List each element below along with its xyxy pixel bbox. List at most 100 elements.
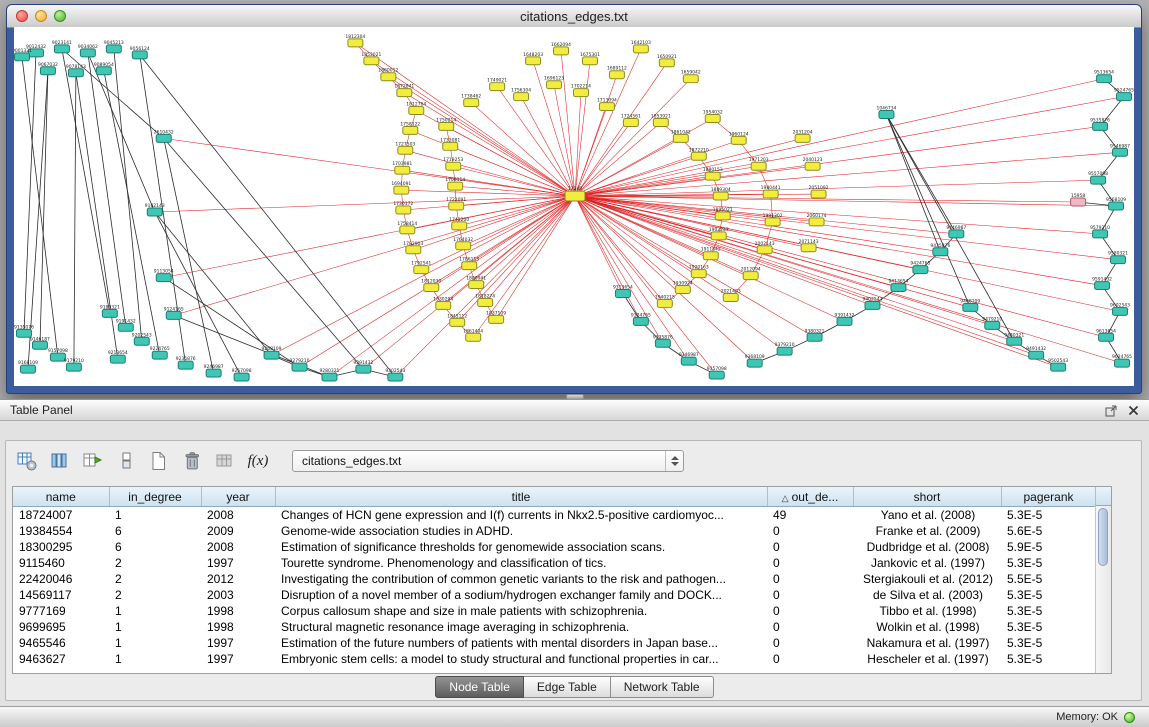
graph-node[interactable] [400, 226, 415, 234]
graph-node[interactable] [464, 99, 479, 107]
column-header-out_degree[interactable]: △out_de... [767, 487, 853, 507]
graph-edge-red[interactable] [355, 43, 575, 196]
graph-node[interactable] [653, 118, 668, 126]
float-panel-icon[interactable] [1105, 404, 1118, 417]
graph-edge-black[interactable] [886, 115, 970, 308]
graph-edge-red[interactable] [413, 196, 575, 250]
graph-edge-red[interactable] [155, 196, 575, 212]
graph-node[interactable] [14, 53, 29, 61]
table-vertical-scrollbar[interactable] [1095, 506, 1111, 673]
graph-node[interactable] [673, 134, 688, 142]
show-columns-icon[interactable] [47, 448, 73, 474]
graph-node[interactable] [152, 351, 167, 359]
graph-node[interactable] [865, 301, 880, 309]
graph-node[interactable] [703, 252, 718, 260]
tab-network-table[interactable]: Network Table [611, 676, 714, 698]
graph-node[interactable] [705, 172, 720, 180]
graph-node[interactable] [554, 47, 569, 55]
graph-node[interactable] [446, 162, 461, 170]
graph-node[interactable] [811, 190, 826, 198]
minimize-window-button[interactable] [35, 10, 47, 22]
graph-node[interactable] [765, 218, 780, 226]
new-column-icon[interactable] [146, 448, 172, 474]
graph-node[interactable] [206, 369, 221, 377]
graph-edge-red[interactable] [575, 180, 1098, 196]
close-window-button[interactable] [16, 10, 28, 22]
graph-edge-red[interactable] [496, 196, 575, 319]
graph-node[interactable] [777, 347, 792, 355]
graph-node[interactable] [443, 142, 458, 150]
graph-node[interactable] [633, 317, 648, 325]
graph-node[interactable] [395, 166, 410, 174]
graph-node[interactable] [709, 371, 724, 379]
graph-node[interactable] [1091, 176, 1106, 184]
graph-node[interactable] [691, 270, 706, 278]
graph-node[interactable] [20, 365, 35, 373]
graph-node[interactable] [424, 284, 439, 292]
delete-column-icon[interactable] [179, 448, 205, 474]
graph-node[interactable] [1071, 198, 1086, 206]
graph-node[interactable] [156, 274, 171, 282]
graph-node[interactable] [659, 59, 674, 67]
graph-node[interactable] [615, 290, 630, 298]
graph-node[interactable] [711, 232, 726, 240]
graph-node[interactable] [450, 318, 465, 326]
zoom-window-button[interactable] [54, 10, 66, 22]
graph-node[interactable] [807, 333, 822, 341]
table-row[interactable]: 2242004622012Investigating the contribut… [13, 571, 1096, 587]
graph-edge-black[interactable] [155, 212, 242, 377]
scrollbar-thumb[interactable] [1098, 508, 1108, 566]
graph-edge-black[interactable] [164, 138, 364, 369]
graph-node[interactable] [675, 286, 690, 294]
graph-node[interactable] [526, 57, 541, 65]
column-header-title[interactable]: title [275, 487, 767, 507]
graph-edge-black[interactable] [22, 57, 58, 357]
graph-edge-red[interactable] [575, 152, 1120, 196]
graph-node[interactable] [805, 162, 820, 170]
graph-node[interactable] [1097, 75, 1112, 83]
table-row[interactable]: 1830029562008Estimation of significance … [13, 539, 1096, 555]
graph-edge-black[interactable] [140, 55, 396, 377]
row-selector-icon[interactable] [113, 448, 139, 474]
graph-node[interactable] [132, 51, 147, 59]
graph-node[interactable] [879, 111, 894, 119]
graph-node[interactable] [1113, 148, 1128, 156]
function-builder-icon[interactable]: f(x) [245, 448, 271, 474]
table-row[interactable]: 911546021997Tourette syndrome. Phenomeno… [13, 555, 1096, 571]
graph-edge-red[interactable] [446, 126, 575, 196]
graph-node[interactable] [809, 218, 824, 226]
graph-node[interactable] [657, 299, 672, 307]
graph-edge-red[interactable] [404, 93, 575, 196]
graph-node[interactable] [1029, 351, 1044, 359]
graph-node[interactable] [449, 202, 464, 210]
graph-node[interactable] [1051, 363, 1066, 371]
graph-edge-black[interactable] [24, 53, 36, 333]
graph-node[interactable] [348, 39, 363, 47]
graph-node[interactable] [403, 126, 418, 134]
graph-edge-black[interactable] [114, 49, 142, 341]
graph-edge-red[interactable] [395, 196, 575, 377]
graph-node[interactable] [388, 373, 403, 381]
graph-node[interactable] [705, 115, 720, 123]
table-row[interactable]: 1456911722003Disruption of a novel membe… [13, 587, 1096, 603]
graph-node[interactable] [66, 363, 81, 371]
graph-node[interactable] [110, 355, 125, 363]
graph-node[interactable] [489, 315, 504, 323]
graph-node[interactable] [1111, 256, 1126, 264]
graph-node[interactable] [891, 284, 906, 292]
graph-edge-red[interactable] [164, 138, 575, 196]
graph-node[interactable] [609, 71, 624, 79]
graph-node[interactable] [747, 359, 762, 367]
graph-node[interactable] [40, 67, 55, 75]
graph-node[interactable] [356, 365, 371, 373]
combo-stepper-icon[interactable] [665, 451, 683, 471]
graph-node[interactable] [683, 75, 698, 83]
graph-node[interactable] [80, 49, 95, 57]
graph-node[interactable] [68, 69, 83, 77]
graph-node[interactable] [469, 281, 484, 289]
graph-node[interactable] [456, 242, 471, 250]
graph-edge-red[interactable] [575, 196, 1100, 234]
graph-node[interactable] [462, 262, 477, 270]
graph-node[interactable] [691, 152, 706, 160]
graph-node[interactable] [466, 333, 481, 341]
